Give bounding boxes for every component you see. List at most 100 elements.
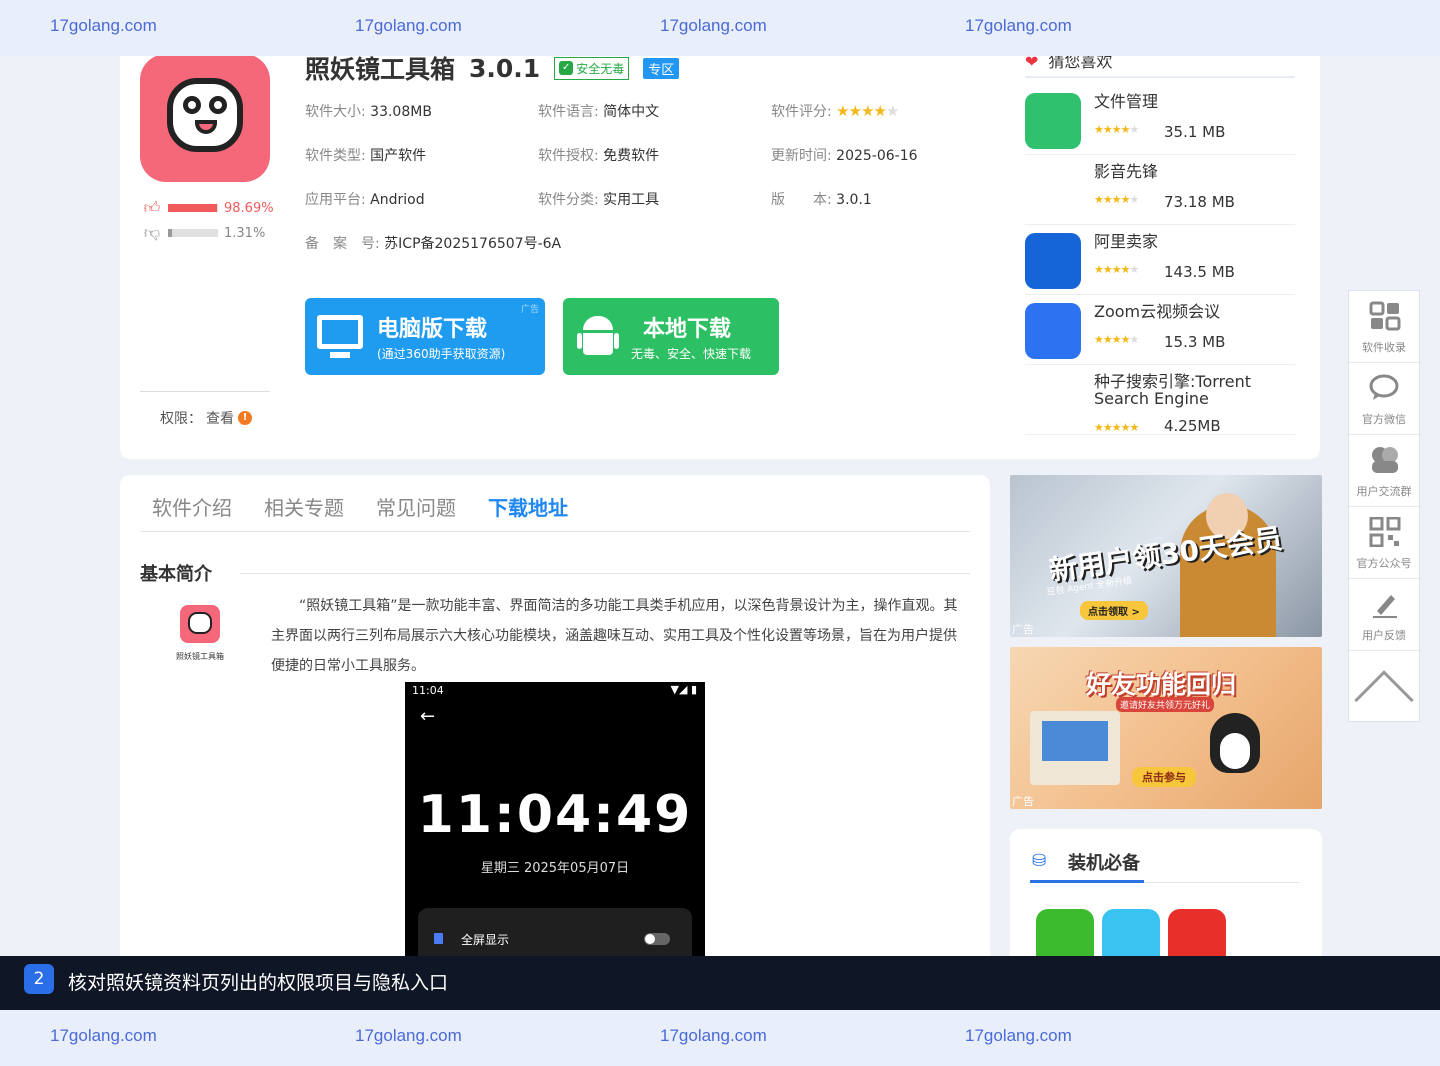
guess-app-stars: ★★★★★ [1094, 421, 1139, 434]
must-have-title: 装机必备 [1068, 853, 1140, 874]
guess-app-icon[interactable] [1025, 233, 1081, 289]
app-description: “照妖镜工具箱”是一款功能丰富、界面简洁的多功能工具类手机应用，以深色背景设计为… [271, 598, 958, 674]
app-screenshot[interactable]: 11:04 ▼◢ ▮ ← 11:04:49 星期三 2025年05月07日 全屏… [405, 682, 705, 975]
app-icon-small [180, 605, 220, 643]
meta-version: 版 本: 3.0.1 [771, 192, 872, 208]
watermark-text: 17golang.com [50, 1026, 157, 1045]
meta-icp: 备 案 号: 苏ICP备2025176507号-6A [305, 236, 562, 252]
guess-app-name[interactable]: 文件管理 [1094, 93, 1294, 110]
meta-platform: 应用平台: Andriod [305, 192, 425, 208]
guess-item[interactable]: 影音先锋 ★★★★★ 73.18 MB [1025, 155, 1295, 225]
qr-code-icon [1369, 517, 1401, 547]
zone-badge[interactable]: 专区 [643, 57, 680, 79]
tab-faq[interactable]: 常见问题 [376, 475, 456, 531]
sidebar-item-group[interactable]: 用户交流群 [1349, 435, 1419, 507]
app-icon-label: 照妖镜工具箱 [176, 652, 224, 661]
watermark-text: 17golang.com [50, 16, 157, 35]
phone-icon [434, 933, 443, 944]
grid-icon [1369, 301, 1401, 331]
guess-app-size: 4.25MB [1164, 417, 1221, 435]
shield-check-icon: ✓ [559, 61, 574, 75]
guess-app-size: 35.1 MB [1164, 123, 1226, 141]
watermark-text: 17golang.com [355, 1026, 462, 1045]
watermark-text: 17golang.com [965, 1026, 1072, 1045]
watermark-text: 17golang.com [660, 1026, 767, 1045]
meta-type: 软件类型: 国产软件 [305, 148, 427, 164]
guess-app-stars: ★★★★★ [1094, 333, 1139, 346]
guess-item[interactable]: 种子搜索引擎:Torrent Search Engine ★★★★★ 4.25MB [1025, 365, 1295, 435]
guess-app-icon[interactable] [1025, 373, 1081, 429]
thumb-down-icon: 👎︎ [143, 223, 161, 242]
back-to-top-button[interactable] [1349, 651, 1419, 730]
upvote[interactable]: 👍︎ 98.69% [142, 198, 274, 218]
watermark-text: 17golang.com [660, 16, 767, 35]
ad-cta-button[interactable]: 点击参与 [1132, 767, 1196, 787]
guess-item[interactable]: 文件管理 ★★★★★ 35.1 MB [1025, 85, 1295, 155]
date-display: 星期三 2025年05月07日 [480, 861, 630, 876]
chevron-up-icon [1354, 670, 1414, 730]
app-info-card: 👍︎ 98.69% 👎︎ 1.31% 权限： 查看 ! 照妖镜工具箱 3.0.1… [120, 40, 1320, 459]
sidebar-item-collect[interactable]: 软件收录 [1349, 291, 1419, 363]
divider [240, 573, 970, 574]
guess-app-icon[interactable] [1025, 303, 1081, 359]
pc-download-button[interactable]: 电脑版下载 (通过360助手获取资源) 广告 [305, 298, 545, 375]
sidebar-item-official[interactable]: 官方公众号 [1349, 507, 1419, 579]
guess-item[interactable]: 阿里卖家 ★★★★★ 143.5 MB [1025, 225, 1295, 295]
section-title: 基本简介 [140, 564, 212, 585]
status-time: 11:04 [412, 684, 444, 697]
guess-app-icon[interactable] [1025, 163, 1081, 219]
ad-banner-doubao[interactable]: 新用户领30天会员 豆包 Agent 全新升级 点击领取 > 广告 [1010, 475, 1322, 637]
watermark-text: 17golang.com [965, 16, 1072, 35]
clock-display: 11:04:49 [417, 785, 693, 845]
guess-app-name[interactable]: Zoom云视频会议 [1094, 303, 1294, 320]
guess-app-icon[interactable] [1025, 93, 1081, 149]
ad-title: 好友功能回归 [1086, 670, 1237, 699]
local-download-button[interactable]: 本地下载 无毒、安全、快速下载 [563, 298, 779, 375]
detail-card: 软件介绍 相关专题 常见问题 下载地址 基本简介 照妖镜工具箱 “照妖镜工具箱”… [120, 475, 990, 975]
permission-view-link[interactable]: 查看 [206, 408, 234, 428]
instruction-banner: 2 核对照妖镜资料页列出的权限项目与隐私入口 [0, 956, 1440, 1010]
watermark-bar-top: 17golang.com 17golang.com 17golang.com 1… [0, 0, 1440, 56]
pencil-icon [1373, 595, 1397, 618]
users-icon [1372, 447, 1398, 473]
side-toolbar: 软件收录 官方微信 用户交流群 官方公众号 用户反馈 [1348, 290, 1420, 730]
guess-app-size: 73.18 MB [1164, 193, 1235, 211]
meta-license: 软件授权: 免费软件 [538, 148, 660, 164]
guess-item[interactable]: Zoom云视频会议 ★★★★★ 15.3 MB [1025, 295, 1295, 365]
guess-app-name[interactable]: 阿里卖家 [1094, 233, 1294, 250]
guess-app-name[interactable]: 种子搜索引擎:Torrent Search Engine [1094, 373, 1294, 407]
downvote[interactable]: 👎︎ 1.31% [142, 223, 265, 243]
instruction-text: 核对照妖镜资料页列出的权限项目与隐私入口 [68, 972, 449, 994]
watermark-bar-bottom: 17golang.com 17golang.com 17golang.com 1… [0, 1010, 1440, 1066]
meta-rating: 软件评分: ★★★★★ [771, 102, 899, 120]
ad-subtitle: 邀请好友共领万元好礼 [1116, 697, 1215, 712]
downvote-percent: 1.31% [224, 225, 266, 241]
back-arrow-icon: ← [420, 706, 436, 727]
ad-banner-qq[interactable]: 好友功能回归 邀请好友共领万元好礼 点击参与 广告 [1010, 647, 1322, 809]
guess-app-stars: ★★★★★ [1094, 123, 1139, 136]
upvote-bar [168, 204, 218, 212]
ad-penguin-image [1210, 713, 1260, 773]
guess-app-size: 15.3 MB [1164, 333, 1226, 351]
ad-computer-image [1030, 711, 1120, 785]
meta-updated: 更新时间: 2025-06-16 [771, 148, 918, 164]
fullscreen-toggle [644, 933, 670, 945]
chat-bubble-icon [1369, 374, 1399, 400]
rating-stars: ★★★★★ [836, 102, 899, 120]
upvote-percent: 98.69% [224, 200, 274, 216]
sidebar-item-feedback[interactable]: 用户反馈 [1349, 579, 1419, 651]
ad-label: 广告 [1012, 795, 1034, 808]
permission-row: 权限： 查看 ! [160, 408, 252, 428]
monitor-icon [317, 314, 363, 358]
guess-app-stars: ★★★★★ [1094, 263, 1139, 276]
guess-app-name[interactable]: 影音先锋 [1094, 163, 1294, 180]
tab-download[interactable]: 下载地址 [488, 475, 568, 531]
tab-intro[interactable]: 软件介绍 [152, 475, 232, 531]
warning-icon[interactable]: ! [238, 411, 252, 425]
app-version: 3.0.1 [469, 53, 541, 83]
tab-topics[interactable]: 相关专题 [264, 475, 344, 531]
watermark-text: 17golang.com [355, 16, 462, 35]
ad-cta-button[interactable]: 点击领取 > [1080, 601, 1148, 620]
detail-tabs: 软件介绍 相关专题 常见问题 下载地址 [140, 475, 970, 532]
sidebar-item-wechat[interactable]: 官方微信 [1349, 363, 1419, 435]
